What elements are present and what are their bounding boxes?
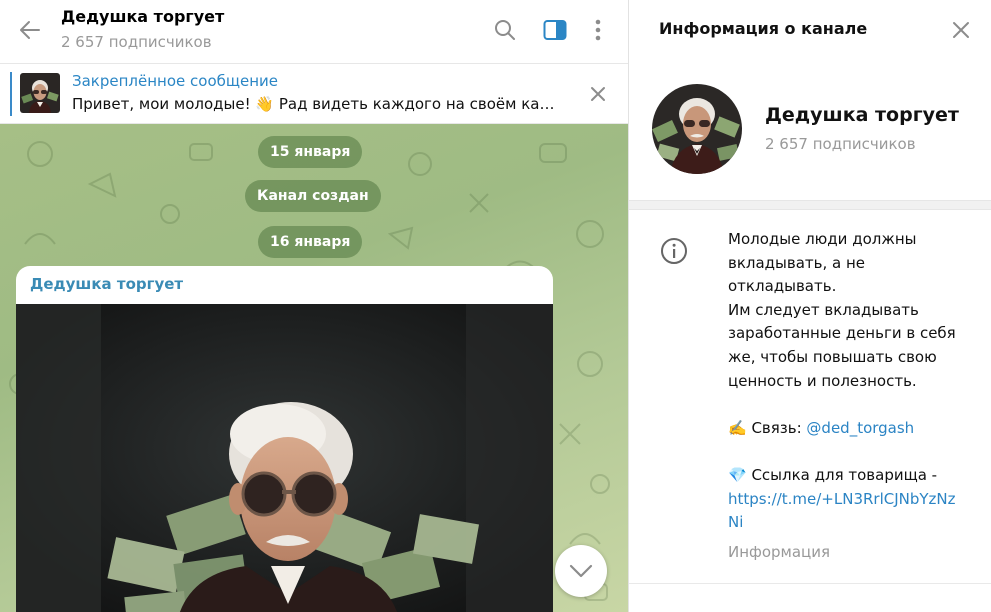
contact-link[interactable]: @ded_torgash	[806, 419, 914, 437]
chat-header: Дедушка торгует 2 657 подписчиков	[0, 0, 628, 64]
date-badge: 15 января	[258, 136, 363, 168]
invite-link[interactable]: Ni	[728, 511, 968, 535]
more-vertical-icon[interactable]	[582, 14, 614, 46]
channel-subscriber-count: 2 657 подписчиков	[765, 135, 916, 153]
chat-subscriber-count: 2 657 подписчиков	[61, 33, 212, 51]
info-panel-title: Информация о канале	[659, 19, 868, 38]
channel-name: Дедушка торгует	[765, 104, 959, 126]
contact-line: ✍️ Связь: @ded_torgash	[728, 417, 968, 441]
description-line: откладывать.	[728, 277, 837, 296]
channel-created-badge: Канал создан	[245, 180, 381, 212]
invite-link[interactable]: https://t.me/+LN3RrlCJNbYzNz	[728, 488, 968, 512]
description-line: заработанные деньги в себя	[728, 324, 956, 343]
pinned-title: Закреплённое сообщение	[72, 72, 279, 90]
close-icon[interactable]	[945, 14, 977, 46]
pinned-indicator	[10, 72, 12, 116]
sidebar-toggle-icon[interactable]	[539, 14, 571, 46]
post-author[interactable]: Дедушка торгует	[30, 275, 183, 293]
chat-background: 15 января Канал создан 16 января Дедушка…	[0, 124, 628, 612]
post-photo[interactable]	[16, 304, 553, 612]
section-divider	[629, 583, 991, 584]
close-pinned-icon[interactable]	[584, 80, 612, 108]
description-caption: Информация	[728, 543, 831, 561]
channel-post[interactable]: Дедушка торгует	[16, 266, 553, 612]
pinned-message-bar[interactable]: Закреплённое сообщение Привет, мои молод…	[0, 64, 628, 124]
description-line: Молодые люди должны	[728, 230, 917, 248]
chat-column: Дедушка торгует 2 657 подписчиков Закреп…	[0, 0, 628, 612]
avatar[interactable]	[652, 84, 742, 174]
chevron-down-icon	[569, 564, 593, 578]
telegram-window: Дедушка торгует 2 657 подписчиков Закреп…	[0, 0, 991, 612]
info-icon	[659, 236, 689, 270]
search-icon[interactable]	[489, 14, 521, 46]
contact-prefix: ✍️ Связь:	[728, 418, 807, 437]
description-line: же, чтобы повышать свою	[728, 347, 937, 366]
pinned-text: Привет, мои молодые! 👋 Рад видеть каждог…	[72, 95, 562, 113]
channel-description: Молодые люди должны вкладывать, а не отк…	[728, 228, 968, 535]
description-line: Им следует вкладывать	[728, 300, 919, 319]
pinned-thumbnail	[20, 73, 60, 113]
description-line: вкладывать, а не	[728, 253, 866, 272]
chat-title[interactable]: Дедушка торгует	[61, 7, 224, 26]
channel-info-panel: Информация о канале Дедушка торгует 2 65…	[629, 0, 991, 612]
section-separator	[629, 200, 991, 210]
back-arrow-icon[interactable]	[14, 14, 46, 46]
scroll-down-button[interactable]	[555, 545, 607, 597]
description-line: ценность и полезность.	[728, 371, 917, 390]
date-badge: 16 января	[258, 226, 363, 258]
invite-label: 💎 Ссылка для товарища -	[728, 465, 938, 484]
